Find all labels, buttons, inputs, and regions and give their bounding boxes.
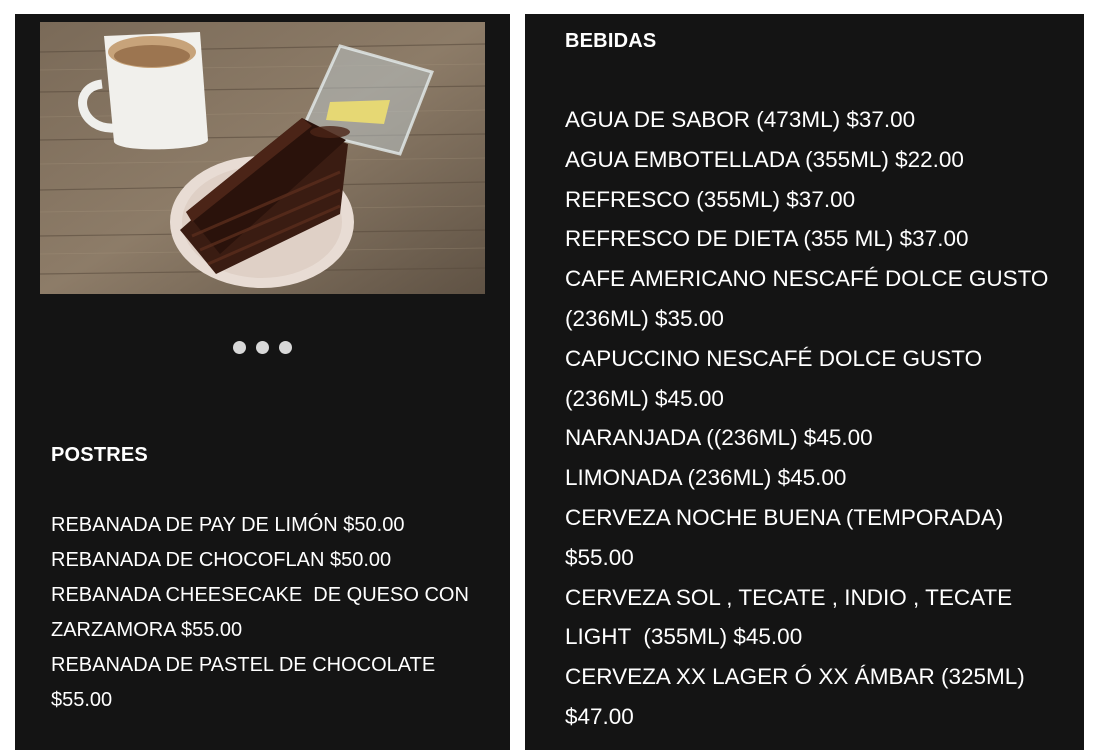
menu-item: AGUA EMBOTELLADA (355ML) $22.00 (565, 146, 964, 172)
menu-item: AGUA DE SABOR (473ML) $37.00 (565, 107, 916, 132)
menu-item: REBANADA DE PASTEL DE CHOCOLATE $55.00 (51, 654, 441, 711)
postres-list: REBANADA DE PAY DE LIMÓN $50.00 REBANADA… (51, 508, 501, 718)
bebidas-list: AGUA DE SABOR (473ML) $37.00 AGUA EMBOTE… (565, 100, 1055, 737)
carousel-dot-1[interactable] (233, 341, 246, 354)
carousel-dot-2[interactable] (256, 341, 269, 354)
menu-item: NARANJADA ((236ML) $45.00 (565, 425, 873, 451)
menu-item: REFRESCO (355ML) $37.00 (565, 186, 856, 212)
bebidas-heading: BEBIDAS (565, 30, 657, 52)
cake-photo-image (40, 22, 485, 294)
menu-item: CERVEZA NOCHE BUENA (TEMPORADA) $55.00 (565, 504, 1010, 570)
menu-item: REBANADA DE CHOCOFLAN $50.00 (51, 549, 392, 571)
menu-item: CAPUCCINO NESCAFÉ DOLCE GUSTO (236ML) $4… (565, 345, 989, 411)
menu-item: REBANADA DE PAY DE LIMÓN $50.00 (51, 514, 405, 536)
menu-item: CAFE AMERICANO NESCAFÉ DOLCE GUSTO (236M… (565, 266, 1055, 331)
menu-item: CERVEZA XX LAGER Ó XX ÁMBAR (325ML) $47.… (565, 664, 1031, 729)
menu-item: LIMONADA (236ML) $45.00 (565, 465, 847, 491)
menu-item: REBANADA CHEESECAKE DE QUESO CON ZARZAMO… (51, 584, 475, 641)
cake-photo[interactable] (40, 22, 485, 294)
menu-item: REFRESCO DE DIETA (355 ML) $37.00 (565, 226, 969, 252)
postres-panel: POSTRES REBANADA DE PAY DE LIMÓN $50.00 … (15, 14, 510, 750)
postres-heading: POSTRES (51, 444, 148, 466)
carousel-dot-3[interactable] (279, 341, 292, 354)
carousel-dots (15, 341, 510, 354)
menu-item: CERVEZA SOL , TECATE , INDIO , TECATE LI… (565, 584, 1019, 650)
bebidas-panel: BEBIDAS AGUA DE SABOR (473ML) $37.00 AGU… (525, 14, 1084, 750)
